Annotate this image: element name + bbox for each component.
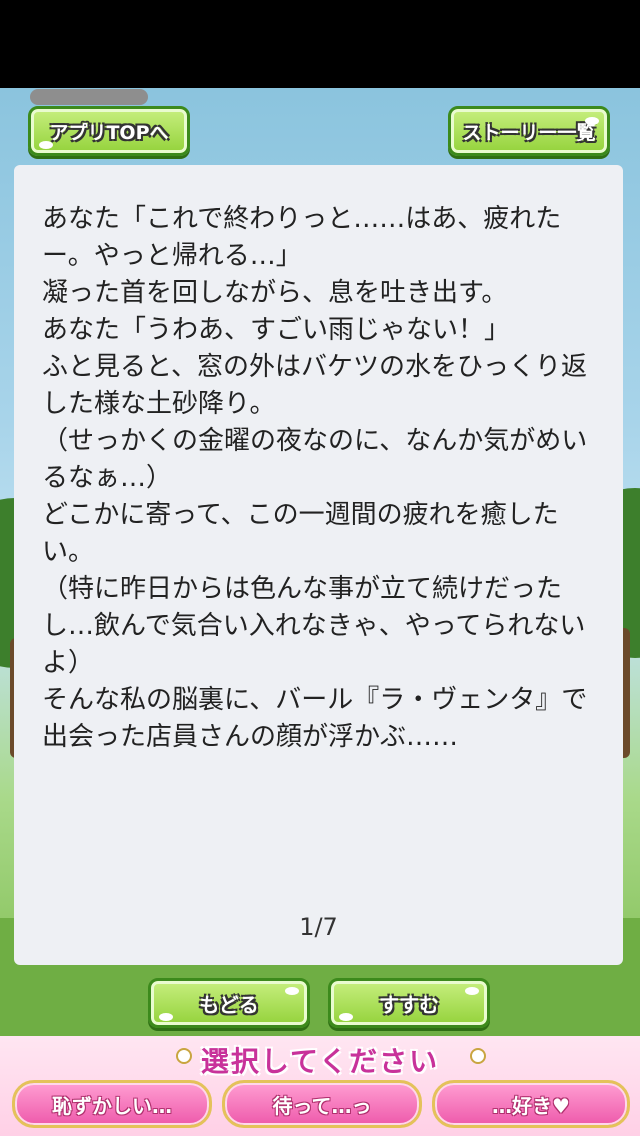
story-list-button-label: ストーリー一覧 [462, 121, 596, 144]
page-indicator: 1/7 [299, 913, 338, 941]
app-top-button[interactable]: アプリTOPへ [28, 106, 190, 156]
choice-button-like[interactable]: …好き♥ [432, 1080, 630, 1128]
choice-label: …好き♥ [492, 1093, 570, 1118]
choice-label: 待って…っ [272, 1093, 372, 1118]
story-panel: あなた「これで終わりっと……はあ、疲れたー。やっと帰れる…」 凝った首を回しなが… [14, 165, 623, 965]
choice-button-embarrassed[interactable]: 恥ずかしい… [12, 1080, 212, 1128]
choice-button-wait[interactable]: 待って…っ [222, 1080, 422, 1128]
next-button-label: すすむ [379, 992, 439, 1017]
clock-icon [470, 1048, 486, 1064]
choice-label: 恥ずかしい… [52, 1093, 172, 1118]
story-list-button[interactable]: ストーリー一覧 [448, 106, 610, 156]
back-button-label: もどる [199, 992, 259, 1017]
back-button[interactable]: もどる [148, 978, 310, 1028]
story-text: あなた「これで終わりっと……はあ、疲れたー。やっと帰れる…」 凝った首を回しなが… [42, 204, 588, 752]
next-button[interactable]: すすむ [328, 978, 490, 1028]
app-top-button-label: アプリTOPへ [49, 121, 169, 144]
status-bar [0, 0, 640, 88]
choice-title: 選択してください [200, 1045, 440, 1078]
scroll-handle [30, 89, 148, 105]
